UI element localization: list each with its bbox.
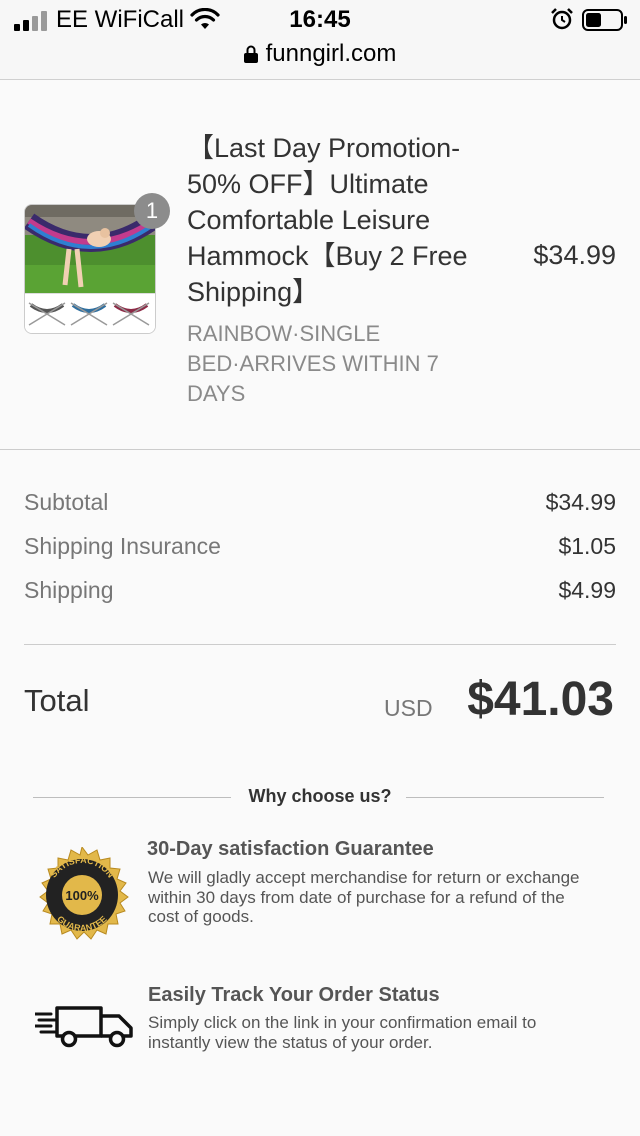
shipping-value: $4.99 (558, 577, 616, 603)
battery-icon (582, 9, 627, 31)
heading-line-right (406, 797, 604, 798)
alarm-clock-icon (551, 8, 573, 30)
tracking-description: Simply click on the link in your confirm… (148, 1013, 537, 1052)
why-choose-heading-row: Why choose us? (0, 786, 640, 810)
product-variant: RAINBOW·SINGLE BED·ARRIVES WITHIN 7 DAYS (187, 321, 439, 406)
address-bar-url[interactable]: funngirl.com (0, 40, 640, 68)
product-price: $34.99 (533, 240, 616, 270)
total-amount: $41.03 (467, 673, 614, 726)
shipping-insurance-label: Shipping Insurance (24, 533, 221, 559)
product-thumbnail (24, 204, 156, 334)
shipping-insurance-value: $1.05 (558, 533, 616, 559)
shipping-label: Shipping (24, 577, 114, 603)
subtotal-value: $34.99 (545, 489, 616, 515)
subtotal-label: Subtotal (24, 489, 109, 515)
clock-time: 16:45 (289, 6, 351, 33)
subtotal-row: Subtotal $34.99 (24, 489, 616, 519)
delivery-truck-icon (35, 1006, 133, 1048)
total-label: Total (24, 683, 90, 718)
url-text: funngirl.com (265, 40, 397, 67)
summary-divider (24, 644, 616, 645)
gold-seal-icon: SATISFACTION 100% GUARANTEE (39, 847, 129, 940)
quantity-badge: 1 (134, 193, 170, 229)
total-currency: USD (384, 695, 433, 721)
guarantee-title: 30-Day satisfaction Guarantee (147, 838, 434, 860)
tracking-title: Easily Track Your Order Status (148, 984, 440, 1006)
product-title: 【Last Day Promotion-50% OFF】Ultimate Com… (187, 133, 468, 307)
guarantee-description: We will gladly accept merchandise for re… (148, 868, 580, 926)
browser-status-bar: EE WiFiCall 16:45 funngirl.com (0, 0, 640, 80)
shipping-insurance-row: Shipping Insurance $1.05 (24, 533, 616, 563)
lock-icon (243, 45, 258, 63)
shipping-row: Shipping $4.99 (24, 577, 616, 607)
seal-center-text: 100% (65, 888, 99, 903)
